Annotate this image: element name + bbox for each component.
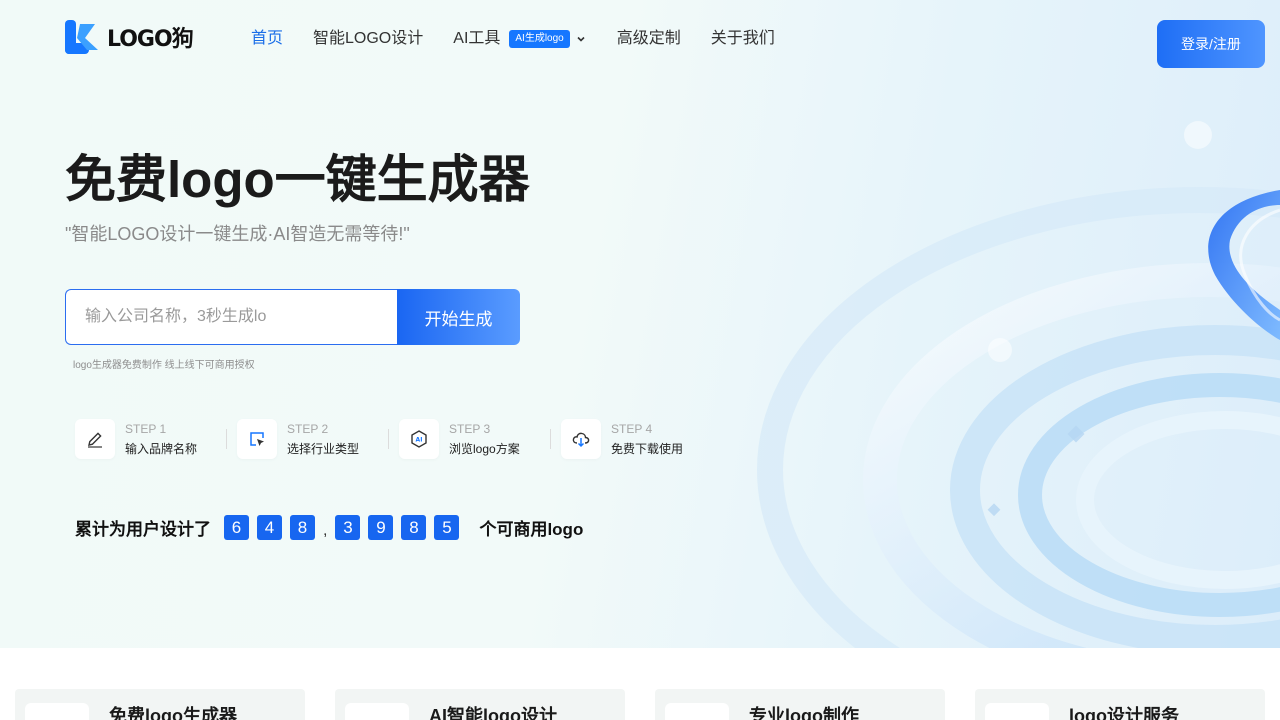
- step-label: 免费下载使用: [611, 441, 684, 456]
- step-1: STEP 1 输入品牌名称: [75, 419, 237, 459]
- cursor-select-icon: [237, 419, 277, 459]
- chevron-down-icon: [577, 36, 585, 42]
- card-title: 免费logo生成器: [109, 706, 237, 720]
- hero-subtitle: "智能LOGO设计一键生成·AI智造无需等待!": [65, 224, 410, 244]
- counter-prefix: 累计为用户设计了: [75, 520, 211, 539]
- logo-mark-icon: [65, 20, 98, 54]
- step-number: STEP 4: [611, 421, 653, 436]
- counter-digit: 8: [401, 515, 427, 540]
- step-label: 浏览logo方案: [449, 441, 520, 456]
- ai-hexagon-icon: AI: [399, 419, 439, 459]
- counter-separator: ,: [323, 521, 328, 539]
- card-icon: [665, 703, 729, 720]
- cloud-download-icon: [561, 419, 601, 459]
- counter-digit: 5: [434, 515, 460, 540]
- start-generate-button[interactable]: 开始生成: [397, 289, 520, 345]
- counter-digits: 6 4 8 , 3 9 8 5: [224, 515, 467, 540]
- step-divider: [550, 429, 551, 449]
- search-hint: logo生成器免费制作 线上线下可商用授权: [73, 360, 255, 371]
- logo-text: LOGO狗: [107, 27, 194, 52]
- ai-logo-badge: AI生成logo: [509, 30, 570, 48]
- card-icon: [985, 703, 1049, 720]
- pencil-icon: [75, 419, 115, 459]
- card-icon: [345, 703, 409, 720]
- card-icon: [25, 703, 89, 720]
- step-3: AI STEP 3 浏览logo方案: [399, 419, 561, 459]
- card-title: AI智能logo设计: [429, 706, 557, 720]
- card-pro-logo-making[interactable]: 专业logo制作: [655, 689, 945, 720]
- design-counter: 累计为用户设计了 6 4 8 , 3 9 8 5 个可商用logo: [75, 515, 583, 540]
- step-4: STEP 4 免费下载使用: [561, 419, 723, 459]
- steps-list: STEP 1 输入品牌名称 STEP 2 选择行业类型 AI STEP 3 浏览…: [75, 419, 723, 459]
- hero-section: LOGO狗 首页 智能LOGO设计 AI工具 AI生成logo 高级定制 关于我…: [0, 0, 1280, 648]
- step-label: 选择行业类型: [287, 441, 360, 456]
- nav-ai-tools-label: AI工具: [453, 30, 501, 47]
- svg-text:AI: AI: [416, 437, 423, 444]
- card-title: 专业logo制作: [749, 706, 859, 720]
- nav-premium-custom-label: 高级定制: [616, 30, 681, 47]
- counter-digit: 6: [224, 515, 249, 540]
- card-logo-design-service[interactable]: logo设计服务: [975, 689, 1265, 720]
- counter-suffix: 个可商用logo: [479, 520, 584, 539]
- step-number: STEP 2: [287, 421, 329, 436]
- step-divider: [226, 429, 227, 449]
- counter-digit: 4: [257, 515, 282, 540]
- nav-ai-tools[interactable]: AI工具 AI生成logo: [453, 29, 586, 49]
- step-number: STEP 3: [449, 421, 491, 436]
- generate-form: 开始生成: [65, 289, 520, 345]
- nav-about-us-label: 关于我们: [710, 30, 775, 47]
- login-register-button[interactable]: 登录/注册: [1157, 20, 1265, 68]
- company-name-input[interactable]: [65, 289, 397, 345]
- counter-digit: 9: [368, 515, 394, 540]
- service-cards: 免费logo生成器 AI智能logo设计 专业logo制作 logo设计服务: [15, 689, 1265, 720]
- card-ai-logo-design[interactable]: AI智能logo设计: [335, 689, 625, 720]
- card-free-logo-generator[interactable]: 免费logo生成器: [15, 689, 305, 720]
- counter-digit: 3: [335, 515, 361, 540]
- step-number: STEP 1: [125, 421, 167, 436]
- counter-digit: 8: [290, 515, 315, 540]
- nav-smart-logo-design-label: 智能LOGO设计: [313, 30, 424, 47]
- brand-logo[interactable]: LOGO狗: [65, 20, 194, 54]
- step-label: 输入品牌名称: [125, 441, 198, 456]
- hero-title: 免费logo一键生成器: [65, 151, 530, 208]
- step-divider: [388, 429, 389, 449]
- nav-about-us[interactable]: 关于我们: [711, 29, 775, 49]
- main-nav: 首页 智能LOGO设计 AI工具 AI生成logo 高级定制 关于我们: [251, 29, 805, 49]
- nav-home[interactable]: 首页: [251, 29, 283, 49]
- nav-premium-custom[interactable]: 高级定制: [617, 29, 681, 49]
- nav-smart-logo-design[interactable]: 智能LOGO设计: [313, 29, 423, 49]
- nav-home-label: 首页: [251, 30, 284, 47]
- card-title: logo设计服务: [1069, 706, 1179, 720]
- step-2: STEP 2 选择行业类型: [237, 419, 399, 459]
